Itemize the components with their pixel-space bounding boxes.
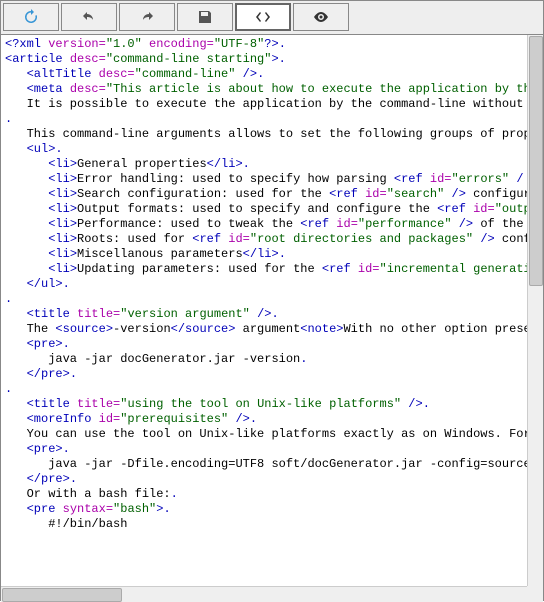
vertical-scroll-thumb[interactable] <box>529 36 543 286</box>
code-line[interactable]: <li>Search configuration: used for the <… <box>5 187 525 202</box>
code-line[interactable]: <li>Updating parameters: used for the <r… <box>5 262 525 277</box>
vertical-scrollbar[interactable] <box>527 35 543 587</box>
code-line[interactable]: This command-line arguments allows to se… <box>5 127 525 142</box>
code-line[interactable]: Or with a bash file:. <box>5 487 525 502</box>
preview-icon <box>313 9 329 25</box>
code-line[interactable]: <li>Miscellanous parameters</li>. <box>5 247 525 262</box>
code-line[interactable]: <title title="using the tool on Unix-lik… <box>5 397 525 412</box>
code-line[interactable]: <li>Error handling: used to specify how … <box>5 172 525 187</box>
code-line[interactable]: <article desc="command-line starting">. <box>5 52 525 67</box>
code-line[interactable]: #!/bin/bash <box>5 517 525 532</box>
code-line[interactable]: You can use the tool on Unix-like platfo… <box>5 427 525 442</box>
code-line[interactable]: <moreInfo id="prerequisites" />. <box>5 412 525 427</box>
horizontal-scrollbar[interactable] <box>1 586 529 602</box>
code-line[interactable]: <pre>. <box>5 337 525 352</box>
refresh-button[interactable] <box>3 3 59 31</box>
undo-button[interactable] <box>61 3 117 31</box>
preview-button[interactable] <box>293 3 349 31</box>
code-line[interactable]: . <box>5 112 525 127</box>
code-line[interactable]: java -jar docGenerator.jar -version. <box>5 352 525 367</box>
scroll-corner <box>527 586 543 602</box>
code-line[interactable]: </pre>. <box>5 472 525 487</box>
code-line[interactable]: <li>Output formats: used to specify and … <box>5 202 525 217</box>
code-line[interactable]: <pre syntax="bash">. <box>5 502 525 517</box>
code-line[interactable]: </pre>. <box>5 367 525 382</box>
redo-button[interactable] <box>119 3 175 31</box>
code-line[interactable]: <ul>. <box>5 142 525 157</box>
code-line[interactable]: </ul>. <box>5 277 525 292</box>
redo-icon <box>139 9 155 25</box>
code-line[interactable]: <li>Performance: used to tweak the <ref … <box>5 217 525 232</box>
code-editor[interactable]: <?xml version="1.0" encoding="UTF-8"?>.<… <box>1 35 529 587</box>
toolbar <box>1 1 543 35</box>
undo-icon <box>81 9 97 25</box>
refresh-icon <box>23 9 39 25</box>
code-line[interactable]: java -jar -Dfile.encoding=UTF8 soft/docG… <box>5 457 525 472</box>
code-line[interactable]: <meta desc="This article is about how to… <box>5 82 525 97</box>
code-line[interactable]: It is possible to execute the applicatio… <box>5 97 525 112</box>
horizontal-scroll-thumb[interactable] <box>2 588 122 602</box>
code-line[interactable]: <?xml version="1.0" encoding="UTF-8"?>. <box>5 37 525 52</box>
code-line[interactable]: <altTitle desc="command-line" />. <box>5 67 525 82</box>
save-button[interactable] <box>177 3 233 31</box>
code-line[interactable]: . <box>5 382 525 397</box>
code-line[interactable]: <li>Roots: used for <ref id="root direct… <box>5 232 525 247</box>
code-view-button[interactable] <box>235 3 291 31</box>
code-line[interactable]: <title title="version argument" />. <box>5 307 525 322</box>
save-icon <box>197 9 213 25</box>
code-line[interactable]: <li>General properties</li>. <box>5 157 525 172</box>
code-line[interactable]: <pre>. <box>5 442 525 457</box>
code-line[interactable]: . <box>5 292 525 307</box>
code-icon <box>255 9 271 25</box>
code-line[interactable]: The <source>-version</source> argument<n… <box>5 322 525 337</box>
editor-area: <?xml version="1.0" encoding="UTF-8"?>.<… <box>1 35 543 602</box>
